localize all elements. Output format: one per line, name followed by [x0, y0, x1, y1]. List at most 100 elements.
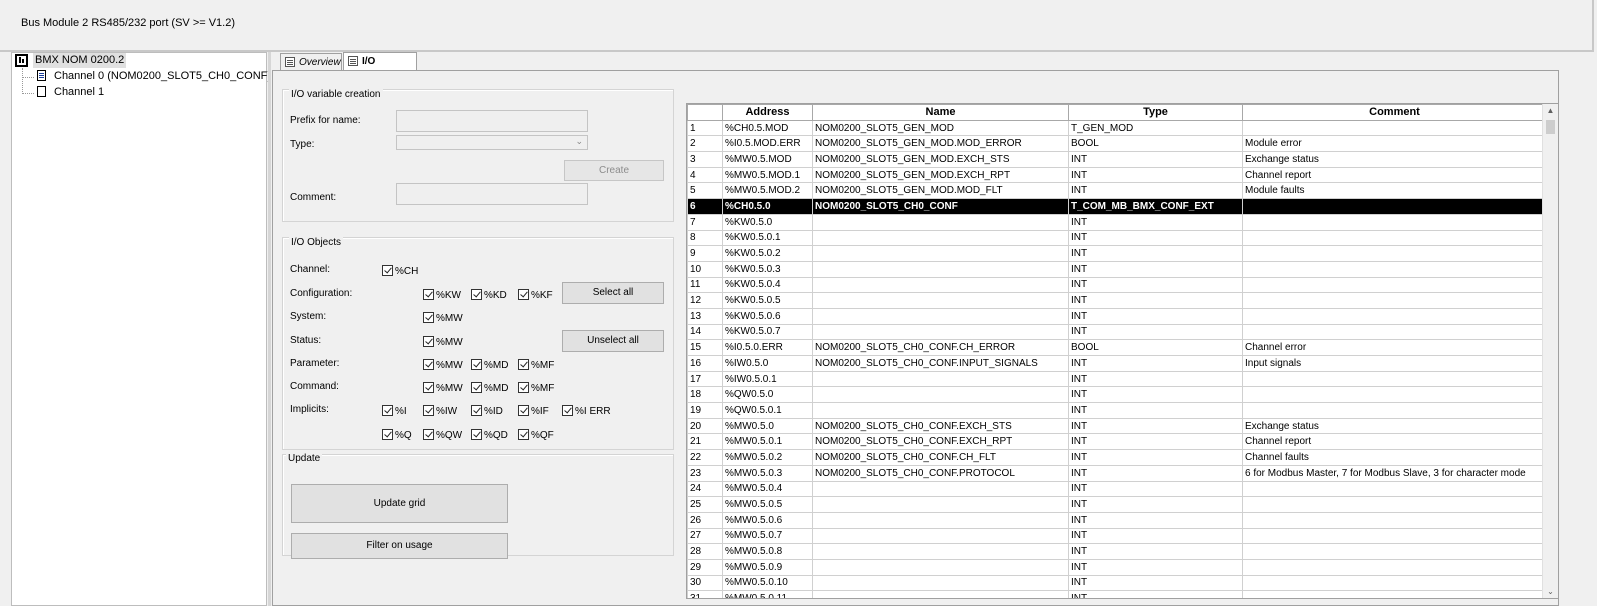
table-row[interactable]: 23 %MW0.5.0.3 NOM0200_SLOT5_CH0_CONF.PROTO…: [687, 464, 1547, 482]
cell-address[interactable]: %I0.5.MOD.ERR: [722, 135, 813, 153]
tree-item-channel-0[interactable]: Channel 0 (NOM0200_SLOT5_CH0_CONF): [54, 69, 271, 84]
checkbox-ch[interactable]: %CH: [382, 265, 418, 279]
cell-type[interactable]: INT: [1068, 355, 1243, 372]
cell-comment[interactable]: [1242, 386, 1547, 404]
checkbox-qd[interactable]: %QD: [471, 429, 508, 443]
cell-type[interactable]: T_COM_MB_BMX_CONF_EXT: [1068, 198, 1243, 215]
cell-type[interactable]: INT: [1068, 590, 1243, 598]
cell-address[interactable]: %QW0.5.0.1: [722, 402, 813, 419]
cell-name[interactable]: [812, 480, 1069, 498]
cell-comment[interactable]: [1242, 245, 1547, 262]
cell-comment[interactable]: 6 for Modbus Master, 7 for Modbus Slave,…: [1242, 464, 1547, 482]
table-row[interactable]: 29 %MW0.5.0.9 INT: [687, 558, 1547, 576]
cell-rownum[interactable]: 24: [687, 480, 723, 498]
cell-name[interactable]: NOM0200_SLOT5_CH0_CONF.EXCH_RPT: [812, 433, 1069, 451]
table-row[interactable]: 22 %MW0.5.0.2 NOM0200_SLOT5_CH0_CONF.CH_FL…: [687, 449, 1547, 466]
select-all-button[interactable]: Select all: [562, 282, 664, 304]
cell-name[interactable]: NOM0200_SLOT5_CH0_CONF.CH_FLT: [812, 449, 1069, 466]
cell-address[interactable]: %KW0.5.0.3: [722, 260, 813, 278]
cell-address[interactable]: %MW0.5.0.5: [722, 496, 813, 513]
checkbox-iw[interactable]: %IW: [423, 405, 457, 419]
cell-name[interactable]: NOM0200_SLOT5_CH0_CONF.EXCH_STS: [812, 417, 1069, 435]
cell-comment[interactable]: [1242, 229, 1547, 247]
table-row[interactable]: 11 %KW0.5.0.4 INT: [687, 276, 1547, 294]
cell-comment[interactable]: [1242, 260, 1547, 278]
cell-rownum[interactable]: 8: [687, 229, 723, 247]
cell-type[interactable]: BOOL: [1068, 135, 1243, 153]
cell-address[interactable]: %IW0.5.0.1: [722, 370, 813, 388]
cell-type[interactable]: INT: [1068, 151, 1243, 168]
cell-rownum[interactable]: 9: [687, 245, 723, 262]
cell-rownum[interactable]: 20: [687, 417, 723, 435]
cell-rownum[interactable]: 26: [687, 511, 723, 529]
cell-rownum[interactable]: 11: [687, 276, 723, 294]
cell-type[interactable]: INT: [1068, 307, 1243, 325]
cell-type[interactable]: INT: [1068, 386, 1243, 404]
cell-rownum[interactable]: 2: [687, 135, 723, 153]
cell-name[interactable]: NOM0200_SLOT5_CH0_CONF: [812, 198, 1069, 215]
cell-name[interactable]: NOM0200_SLOT5_GEN_MOD.MOD_ERROR: [812, 135, 1069, 153]
table-row[interactable]: 7 %KW0.5.0 INT: [687, 213, 1547, 231]
column-header-name[interactable]: Name: [812, 104, 1069, 121]
cell-rownum[interactable]: 22: [687, 449, 723, 466]
cell-comment[interactable]: Exchange status: [1242, 151, 1547, 168]
cell-name[interactable]: [812, 543, 1069, 560]
table-row[interactable]: 31 %MW0.5.0.11 INT: [687, 590, 1547, 598]
cell-address[interactable]: %KW0.5.0.7: [722, 323, 813, 341]
cell-rownum[interactable]: 16: [687, 355, 723, 372]
table-row[interactable]: 20 %MW0.5.0 NOM0200_SLOT5_CH0_CONF.EXCH_ST…: [687, 417, 1547, 435]
cell-type[interactable]: INT: [1068, 213, 1243, 231]
table-row[interactable]: 13 %KW0.5.0.6 INT: [687, 307, 1547, 325]
cell-address[interactable]: %MW0.5.0.4: [722, 480, 813, 498]
cell-type[interactable]: INT: [1068, 543, 1243, 560]
cell-comment[interactable]: [1242, 370, 1547, 388]
table-row[interactable]: 12 %KW0.5.0.5 INT: [687, 292, 1547, 309]
checkbox-q[interactable]: %Q: [382, 429, 412, 443]
checkbox-if[interactable]: %IF: [518, 405, 549, 419]
cell-comment[interactable]: Module faults: [1242, 182, 1547, 200]
cell-address[interactable]: %MW0.5.0.10: [722, 574, 813, 592]
checkbox-kw[interactable]: %KW: [423, 289, 461, 303]
checkbox-qw[interactable]: %QW: [423, 429, 462, 443]
table-row[interactable]: 25 %MW0.5.0.5 INT: [687, 496, 1547, 513]
comment-input[interactable]: [396, 183, 588, 205]
cell-address[interactable]: %MW0.5.0.2: [722, 449, 813, 466]
scroll-down-icon[interactable]: ⌄: [1546, 587, 1555, 596]
cell-address[interactable]: %I0.5.0.ERR: [722, 339, 813, 356]
cell-rownum[interactable]: 6: [687, 198, 723, 215]
cell-rownum[interactable]: 10: [687, 260, 723, 278]
cell-type[interactable]: INT: [1068, 182, 1243, 200]
table-row[interactable]: 3 %MW0.5.MOD NOM0200_SLOT5_GEN_MOD.EXCH_ST…: [687, 151, 1547, 168]
cell-address[interactable]: %KW0.5.0.4: [722, 276, 813, 294]
prefix-input[interactable]: [396, 110, 588, 132]
cell-rownum[interactable]: 14: [687, 323, 723, 341]
table-row[interactable]: 2 %I0.5.MOD.ERR NOM0200_SLOT5_GEN_MOD.MOD_…: [687, 135, 1547, 153]
cell-address[interactable]: %MW0.5.0.8: [722, 543, 813, 560]
cell-comment[interactable]: [1242, 527, 1547, 545]
cell-rownum[interactable]: 13: [687, 307, 723, 325]
cell-name[interactable]: [812, 386, 1069, 404]
table-row[interactable]: 10 %KW0.5.0.3 INT: [687, 260, 1547, 278]
cell-type[interactable]: INT: [1068, 480, 1243, 498]
cell-address[interactable]: %MW0.5.0.9: [722, 558, 813, 576]
cell-address[interactable]: %KW0.5.0.2: [722, 245, 813, 262]
cell-address[interactable]: %IW0.5.0: [722, 355, 813, 372]
cell-name[interactable]: [812, 229, 1069, 247]
table-row[interactable]: 8 %KW0.5.0.1 INT: [687, 229, 1547, 247]
filter-on-usage-button[interactable]: Filter on usage: [291, 533, 508, 559]
checkbox-command-mf[interactable]: %MF: [518, 382, 554, 396]
table-row[interactable]: 26 %MW0.5.0.6 INT: [687, 511, 1547, 529]
cell-type[interactable]: INT: [1068, 276, 1243, 294]
cell-rownum[interactable]: 30: [687, 574, 723, 592]
table-row[interactable]: 17 %IW0.5.0.1 INT: [687, 370, 1547, 388]
cell-rownum[interactable]: 23: [687, 464, 723, 482]
cell-address[interactable]: %MW0.5.MOD.1: [722, 166, 813, 184]
cell-name[interactable]: [812, 213, 1069, 231]
update-grid-button[interactable]: Update grid: [291, 484, 508, 523]
cell-comment[interactable]: [1242, 558, 1547, 576]
cell-address[interactable]: %MW0.5.0.7: [722, 527, 813, 545]
column-header-address[interactable]: Address: [722, 104, 813, 121]
cell-name[interactable]: [812, 260, 1069, 278]
cell-type[interactable]: INT: [1068, 229, 1243, 247]
checkbox-command-md[interactable]: %MD: [471, 382, 508, 396]
